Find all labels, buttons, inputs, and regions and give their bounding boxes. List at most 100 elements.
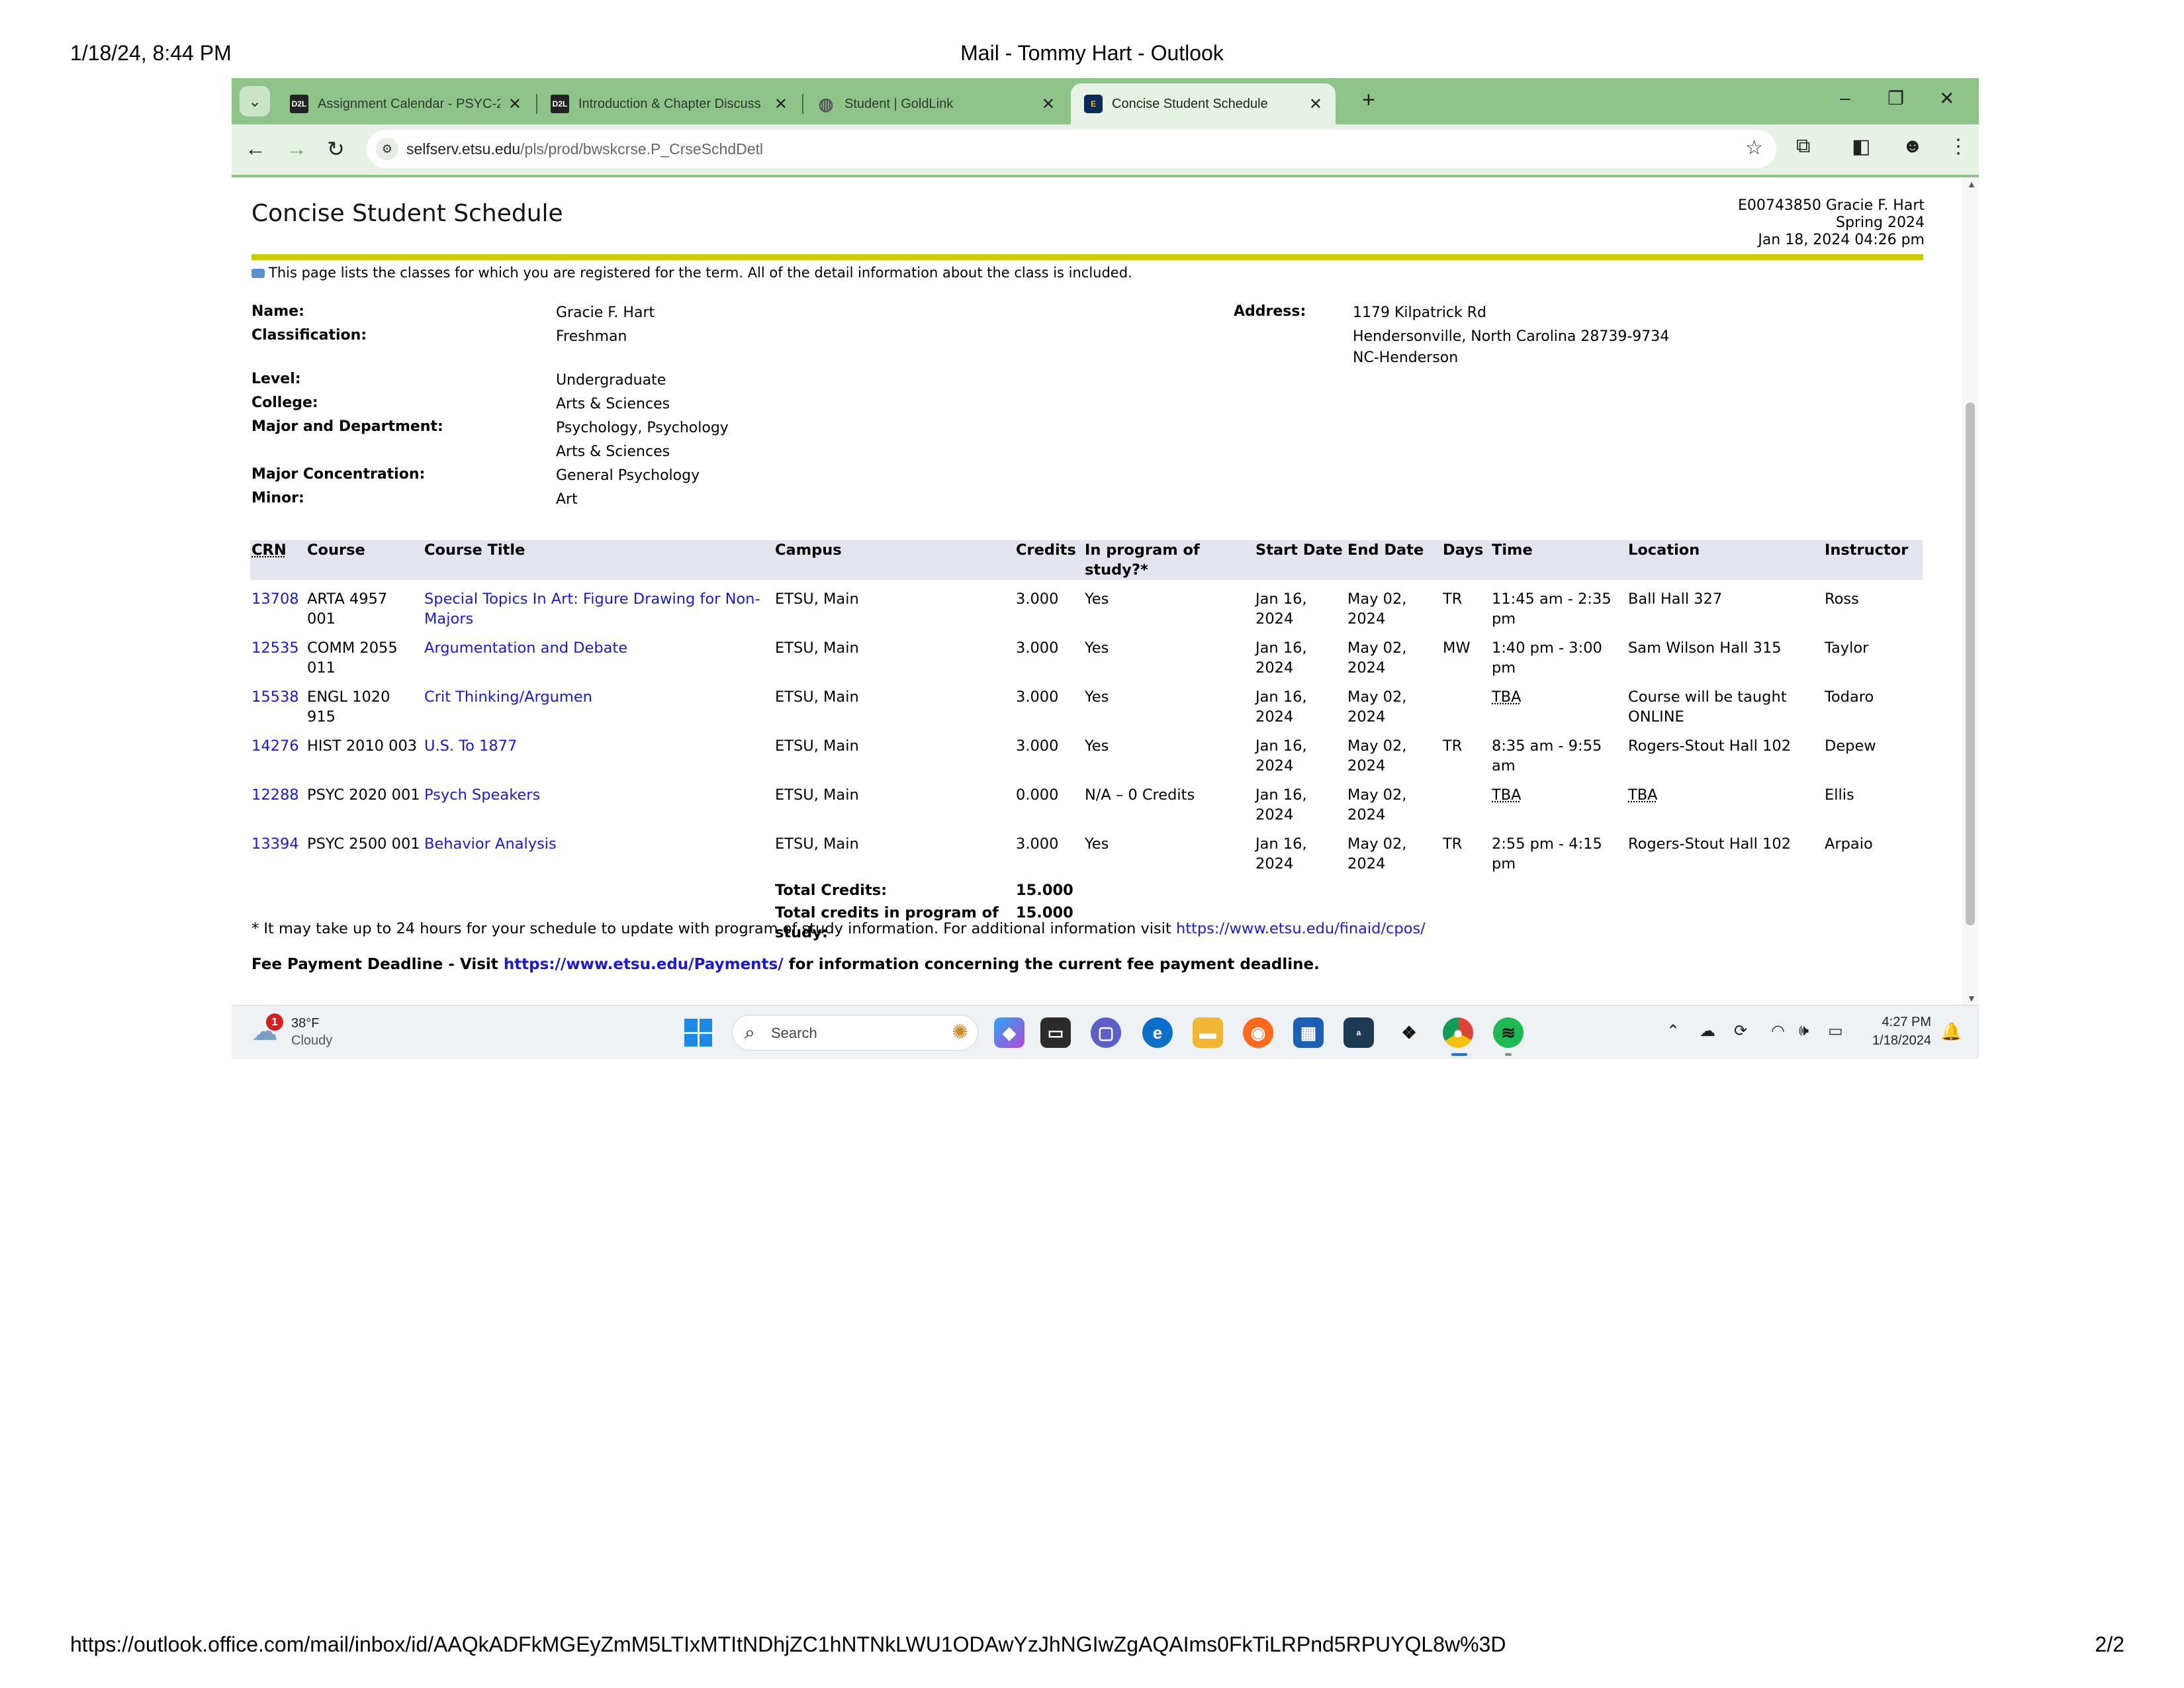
edge-icon[interactable]: e — [1142, 1017, 1173, 1048]
spotify-icon[interactable]: ≋ — [1493, 1017, 1524, 1048]
time: 1:40 pm - 3:00 pm — [1492, 639, 1602, 677]
scroll-down-arrow-icon[interactable]: ▼ — [1967, 993, 1976, 1004]
classification-value: Freshman — [556, 328, 627, 345]
info-message: This page lists the classes for which yo… — [251, 265, 1132, 281]
course-title-link[interactable]: Special Topics In Art: Figure Drawing fo… — [424, 590, 760, 628]
credits: 3.000 — [1016, 688, 1059, 706]
page-timestamp: Jan 18, 2024 04:26 pm — [1758, 232, 1925, 248]
close-icon[interactable]: ✕ — [1042, 95, 1055, 114]
time: TBA — [1490, 678, 1627, 727]
header-crn: CRN — [250, 540, 306, 580]
course-title-link[interactable]: Psych Speakers — [424, 786, 540, 804]
days: TR — [1443, 737, 1463, 755]
close-icon[interactable]: ✕ — [508, 95, 522, 114]
reload-icon[interactable]: ↻ — [327, 136, 345, 162]
profile-avatar-icon[interactable]: ☻ — [1902, 135, 1923, 158]
tab-concise-student-schedule[interactable]: E Concise Student Schedule ✕ — [1071, 83, 1336, 124]
tab-goldlink[interactable]: ◍ Student | GoldLink ✕ — [803, 83, 1068, 124]
tab-search-chevron-icon[interactable]: ⌄ — [240, 86, 270, 117]
time: 2:55 pm - 4:15 pm — [1492, 835, 1602, 872]
task-view-icon[interactable]: ▭ — [1040, 1017, 1071, 1048]
firefox-icon[interactable]: ◉ — [1243, 1017, 1273, 1048]
header-end-date: End Date — [1346, 540, 1441, 580]
crn-link[interactable]: 14276 — [251, 737, 299, 755]
amazon-icon[interactable]: a — [1343, 1017, 1374, 1048]
back-arrow-icon[interactable]: ← — [245, 136, 266, 161]
fee-suffix: for information concerning the current f… — [783, 956, 1320, 973]
microsoft-store-icon[interactable]: ▦ — [1293, 1017, 1324, 1048]
location: TBA — [1627, 776, 1823, 825]
taskbar-search-box[interactable]: ⌕ Search ✺ — [732, 1015, 978, 1051]
clock-time[interactable]: 4:27 PM — [1865, 1015, 1931, 1030]
tab-assignment-calendar[interactable]: D2L Assignment Calendar - PSYC-25 ✕ — [277, 83, 535, 124]
start-date: Jan 16, 2024 — [1255, 737, 1307, 774]
restore-icon[interactable]: ❐ — [1888, 87, 1904, 109]
payments-link[interactable]: https://www.etsu.edu/Payments/ — [504, 956, 784, 973]
fee-deadline-note: Fee Payment Deadline - Visit https://www… — [251, 956, 1320, 973]
fee-prefix: Fee Payment Deadline - Visit — [251, 956, 504, 973]
course-title-link[interactable]: Argumentation and Debate — [424, 639, 627, 657]
clock-date[interactable]: 1/18/2024 — [1865, 1033, 1931, 1049]
course-title-link[interactable]: Behavior Analysis — [424, 835, 557, 853]
teams-chat-icon[interactable]: ▢ — [1091, 1017, 1121, 1048]
tba-location: TBA — [1628, 786, 1658, 804]
site-info-icon[interactable]: ⚙ — [376, 138, 398, 160]
windows-start-icon[interactable] — [684, 1019, 712, 1047]
header-course-title: Course Title — [423, 540, 774, 580]
close-icon[interactable]: ✕ — [774, 95, 788, 114]
weather-condition[interactable]: Cloudy — [291, 1033, 332, 1049]
college-label: College: — [251, 395, 318, 411]
notification-bell-icon[interactable]: 🔔 — [1940, 1021, 1962, 1042]
header-course: Course — [306, 540, 423, 580]
scroll-up-arrow-icon[interactable]: ▲ — [1967, 179, 1976, 189]
in-program: Yes — [1085, 737, 1109, 755]
tab-introduction-discussion[interactable]: D2L Introduction & Chapter Discuss ✕ — [537, 83, 801, 124]
chevron-up-icon[interactable]: ⌃ — [1666, 1021, 1680, 1041]
course-title-link[interactable]: U.S. To 1877 — [424, 737, 517, 755]
weather-temperature[interactable]: 38°F — [291, 1016, 319, 1031]
new-tab-plus-icon[interactable]: + — [1362, 87, 1375, 113]
sync-icon[interactable]: ⟳ — [1734, 1021, 1747, 1041]
crn-link[interactable]: 12535 — [251, 639, 299, 657]
dropbox-icon[interactable]: ❖ — [1394, 1017, 1424, 1048]
start-date: Jan 16, 2024 — [1255, 835, 1307, 872]
extensions-icon[interactable]: ⧉ — [1796, 135, 1810, 158]
url-path: /pls/prod/bwskcrse.P_CrseSchdDetl — [520, 140, 764, 158]
address-bar[interactable]: ⚙ selfserv.etsu.edu/pls/prod/bwskcrse.P_… — [367, 130, 1776, 168]
vertical-scrollbar[interactable]: ▲ ▼ — [1962, 177, 1979, 1005]
schedule-header-row: CRN Course Course Title Campus Credits I… — [250, 540, 1923, 580]
course-title-link[interactable]: Crit Thinking/Argumen — [424, 688, 592, 706]
close-icon[interactable]: ✕ — [1309, 95, 1322, 114]
tab-label: Assignment Calendar - PSYC-25 — [318, 96, 500, 111]
volume-icon[interactable]: 🕪 — [1799, 1021, 1809, 1040]
d2l-icon: D2L — [551, 95, 569, 113]
side-panel-icon[interactable]: ◧ — [1852, 135, 1870, 158]
course-code: ENGL 1020 915 — [307, 688, 390, 726]
schedule-table: CRN Course Course Title Campus Credits I… — [250, 540, 1923, 943]
program-footnote: * It may take up to 24 hours for your sc… — [251, 920, 1426, 937]
major-value: Psychology, Psychology — [556, 420, 729, 436]
wifi-icon[interactable]: ◠ — [1771, 1021, 1785, 1041]
window-close-icon[interactable]: ✕ — [1939, 87, 1954, 109]
forward-arrow-icon[interactable]: → — [286, 136, 307, 161]
crn-link[interactable]: 13394 — [251, 835, 299, 853]
bookmark-star-icon[interactable]: ☆ — [1745, 136, 1763, 160]
in-program: Yes — [1085, 835, 1109, 853]
cpos-link[interactable]: https://www.etsu.edu/finaid/cpos/ — [1176, 920, 1426, 937]
battery-icon[interactable]: ▭ — [1828, 1021, 1843, 1041]
end-date: May 02, 2024 — [1347, 835, 1407, 872]
crn-link[interactable]: 13708 — [251, 590, 299, 608]
onedrive-icon[interactable]: ☁ — [1700, 1021, 1715, 1041]
scrollbar-thumb[interactable] — [1966, 402, 1975, 925]
minimize-icon[interactable]: – — [1840, 87, 1850, 109]
header-days: Days — [1441, 540, 1490, 580]
chrome-icon[interactable]: ● — [1443, 1017, 1473, 1048]
table-row: 15538 ENGL 1020 915 Crit Thinking/Argume… — [250, 678, 1923, 727]
copilot-icon[interactable]: ◆ — [994, 1017, 1024, 1048]
instructor: Ellis — [1825, 786, 1854, 804]
more-menu-icon[interactable]: ⋮ — [1948, 135, 1968, 158]
file-explorer-icon[interactable]: ▬ — [1193, 1017, 1223, 1048]
crn-link[interactable]: 15538 — [251, 688, 299, 706]
crn-link[interactable]: 12288 — [251, 786, 299, 804]
start-date: Jan 16, 2024 — [1255, 639, 1307, 677]
